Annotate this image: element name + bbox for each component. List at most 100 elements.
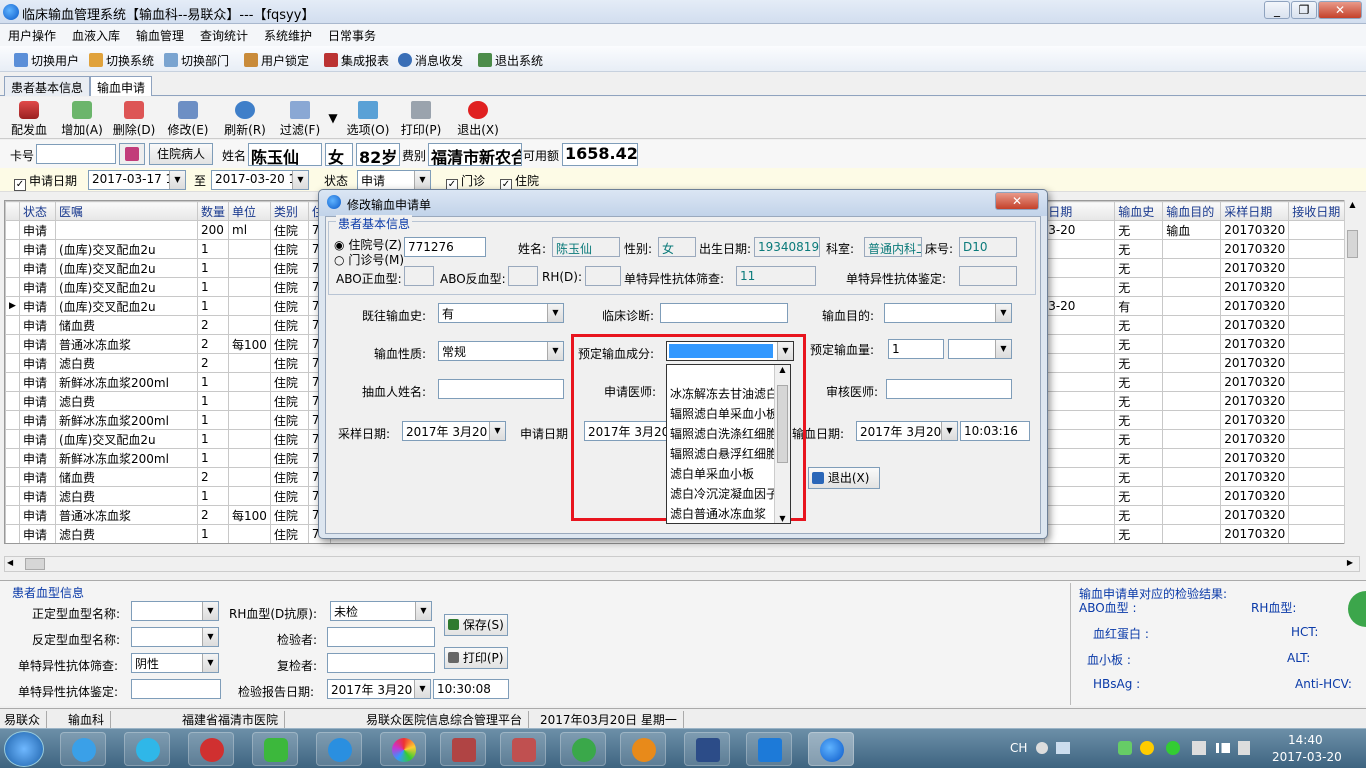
table-cell[interactable]: 住院 [269, 467, 309, 487]
table-cell[interactable] [228, 239, 271, 259]
pos-type-select[interactable]: ▼ [131, 601, 219, 621]
table-cell[interactable]: 20170320 [1220, 315, 1290, 335]
menu-user-ops[interactable]: 用户操作 [8, 27, 56, 44]
table-cell[interactable] [1044, 315, 1116, 335]
table-cell[interactable]: (血库)交叉配血2u [55, 239, 198, 259]
table-cell[interactable]: 住院 [269, 391, 309, 411]
volume-icon[interactable] [1238, 741, 1250, 755]
table-cell[interactable] [1044, 391, 1116, 411]
taskbar-app-3[interactable] [188, 732, 234, 766]
table-cell[interactable] [1044, 258, 1116, 278]
transfusion-date-picker[interactable]: 2017年 3月20日 ▼ [856, 421, 958, 441]
status-select[interactable]: 申请 ▼ [357, 170, 431, 190]
menu-system[interactable]: 系统维护 [264, 27, 312, 44]
table-cell[interactable]: 20170320 [1220, 505, 1290, 525]
table-cell[interactable]: 储血费 [55, 467, 198, 487]
table-cell[interactable]: (血库)交叉配血2u [55, 277, 198, 297]
dropdown-option[interactable]: 辐照滤白悬浮红细胞 [670, 445, 774, 464]
date-to-picker[interactable]: 2017-03-20 14 ▼ [211, 170, 309, 190]
table-cell[interactable] [1044, 277, 1116, 297]
table-cell[interactable]: (血库)交叉配血2u [55, 258, 198, 278]
taskbar-app-12[interactable] [746, 732, 792, 766]
grid-horizontal-scrollbar[interactable]: ◀ ▶ [4, 556, 1360, 572]
table-cell[interactable]: 20170320 [1220, 391, 1290, 411]
table-cell[interactable]: 普通冰冻血浆 [55, 505, 198, 525]
table-cell[interactable] [1044, 410, 1116, 430]
table-cell[interactable] [1044, 353, 1116, 373]
diagnosis-input[interactable] [660, 303, 788, 323]
table-cell[interactable]: 无 [1114, 315, 1164, 335]
table-cell[interactable] [228, 391, 271, 411]
table-cell[interactable]: 无 [1114, 334, 1164, 354]
table-cell[interactable]: 20170320 [1220, 353, 1290, 373]
table-cell[interactable]: 申请 [19, 391, 56, 411]
table-cell[interactable] [1162, 296, 1222, 316]
table-cell[interactable]: 住院 [269, 239, 309, 259]
input-language[interactable]: CH [1010, 741, 1027, 755]
col-qty[interactable]: 数量 [196, 201, 230, 221]
minimize-button[interactable]: _ [1264, 1, 1290, 19]
taskbar-app-9[interactable] [560, 732, 606, 766]
table-cell[interactable] [1162, 372, 1222, 392]
scroll-thumb[interactable] [777, 385, 788, 463]
inpatient-button[interactable]: 住院病人 [149, 143, 213, 165]
taskbar-app-7[interactable] [440, 732, 486, 766]
col-purpose[interactable]: 输血目的 [1162, 201, 1222, 221]
col-category[interactable]: 类别 [269, 201, 309, 221]
table-cell[interactable]: 1 [196, 410, 230, 430]
table-cell[interactable]: ml [228, 220, 271, 240]
neg-type-select[interactable]: ▼ [131, 627, 219, 647]
table-cell[interactable]: 1 [196, 524, 230, 543]
menu-blood-in[interactable]: 血液入库 [72, 27, 120, 44]
table-cell[interactable] [228, 258, 271, 278]
table-cell[interactable]: 住院 [269, 315, 309, 335]
grid-vertical-scrollbar[interactable]: ▲ [1344, 200, 1360, 544]
dialog-close-button[interactable]: ✕ [995, 192, 1039, 210]
table-cell[interactable]: 无 [1114, 429, 1164, 449]
dropdown-option[interactable]: 滤白单采血小板 [670, 465, 774, 484]
dropdown-option[interactable]: 冰冻解冻去甘油滤白红细胞 [670, 385, 774, 404]
table-cell[interactable]: 无 [1114, 524, 1164, 543]
table-cell[interactable]: 2 [196, 353, 230, 373]
card-reader-button[interactable] [119, 143, 145, 165]
close-button[interactable]: ✕ [1318, 1, 1362, 19]
table-cell[interactable]: 申请 [19, 448, 56, 468]
lock-user-button[interactable]: 用户锁定 [244, 51, 309, 69]
table-cell[interactable]: 住院 [269, 429, 309, 449]
table-cell[interactable]: 20170320 [1220, 277, 1290, 297]
table-cell[interactable]: 申请 [19, 296, 56, 316]
table-cell[interactable]: 普通冰冻血浆 [55, 334, 198, 354]
table-cell[interactable] [1162, 429, 1222, 449]
report-time-input[interactable]: 10:30:08 [433, 679, 509, 699]
table-cell[interactable] [228, 410, 271, 430]
taskbar-app-5[interactable] [316, 732, 362, 766]
table-cell[interactable]: 申请 [19, 315, 56, 335]
table-cell[interactable]: 住院 [269, 448, 309, 468]
hscroll-thumb[interactable] [25, 558, 45, 570]
table-cell[interactable]: 1 [196, 429, 230, 449]
table-cell[interactable]: 2 [196, 467, 230, 487]
table-cell[interactable]: 1 [196, 391, 230, 411]
reports-button[interactable]: 集成报表 [324, 51, 389, 69]
table-cell[interactable] [1044, 334, 1116, 354]
table-cell[interactable] [1162, 524, 1222, 543]
table-cell[interactable]: 滤白费 [55, 486, 198, 506]
keyboard-icon[interactable] [1056, 742, 1070, 754]
table-cell[interactable]: 滤白费 [55, 391, 198, 411]
table-cell[interactable]: 新鲜冰冻血浆200ml [55, 448, 198, 468]
table-cell[interactable]: 住院 [269, 505, 309, 525]
table-cell[interactable] [228, 296, 271, 316]
table-cell[interactable] [1162, 277, 1222, 297]
add-button[interactable]: 增加(A) [60, 101, 104, 138]
table-cell[interactable] [1044, 429, 1116, 449]
delete-button[interactable]: 删除(D) [112, 101, 156, 138]
table-cell[interactable] [228, 315, 271, 335]
taskbar-app-1[interactable] [60, 732, 106, 766]
clock-date[interactable]: 2017-03-20 [1272, 750, 1342, 764]
table-cell[interactable]: 无 [1114, 277, 1164, 297]
screen-select[interactable]: 阴性 ▼ [131, 653, 219, 673]
save-button[interactable]: 保存(S) [444, 614, 508, 636]
table-cell[interactable]: 输血 [1162, 220, 1222, 240]
messages-button[interactable]: 消息收发 [398, 51, 463, 69]
table-cell[interactable]: 无 [1114, 220, 1164, 240]
